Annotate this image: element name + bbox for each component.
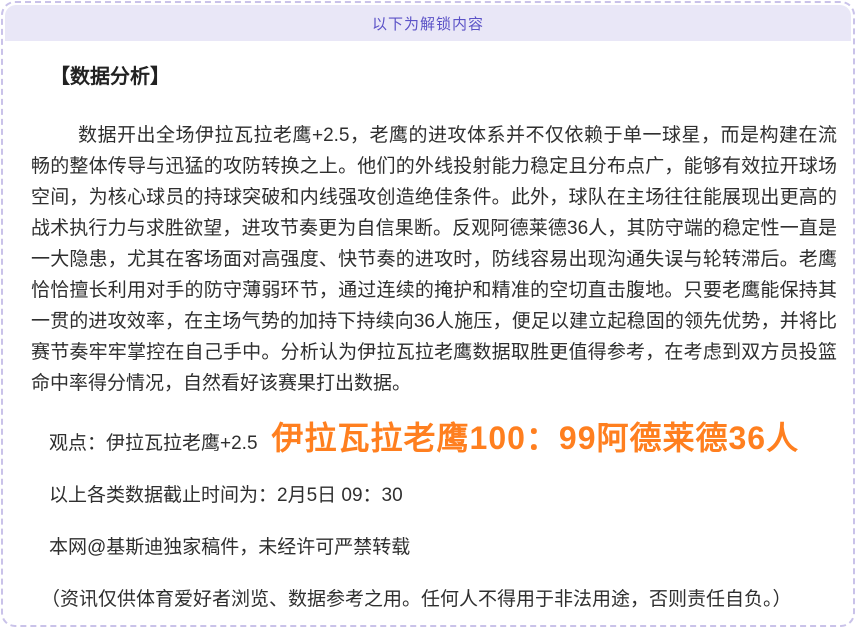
section-title: 【数据分析】 [31, 63, 837, 91]
unlock-banner: 以下为解锁内容 [5, 5, 851, 41]
analysis-paragraph: 数据开出全场伊拉瓦拉老鹰+2.5，老鹰的进攻体系并不仅依赖于单一球星，而是构建在… [31, 120, 837, 399]
data-deadline: 以上各类数据截止时间为：2月5日 09：30 [31, 480, 837, 511]
disclaimer: （资讯仅供体育爱好者浏览、数据参考之用。任何人不得用于非法用途，否则责任自负。） [31, 584, 837, 615]
unlock-banner-text: 以下为解锁内容 [372, 13, 484, 34]
article-body: 【数据分析】 数据开出全场伊拉瓦拉老鹰+2.5，老鹰的进攻体系并不仅依赖于单一球… [3, 41, 853, 615]
viewpoint-line: 观点：伊拉瓦拉老鹰+2.5 伊拉瓦拉老鹰100：99阿德莱德36人 [31, 413, 837, 459]
copyright-notice: 本网@基斯迪独家稿件，未经许可严禁转载 [31, 532, 837, 563]
unlocked-content-panel: 以下为解锁内容 【数据分析】 数据开出全场伊拉瓦拉老鹰+2.5，老鹰的进攻体系并… [1, 1, 855, 627]
score-prediction: 伊拉瓦拉老鹰100：99阿德莱德36人 [272, 413, 800, 459]
viewpoint-label: 观点：伊拉瓦拉老鹰+2.5 [49, 428, 258, 459]
